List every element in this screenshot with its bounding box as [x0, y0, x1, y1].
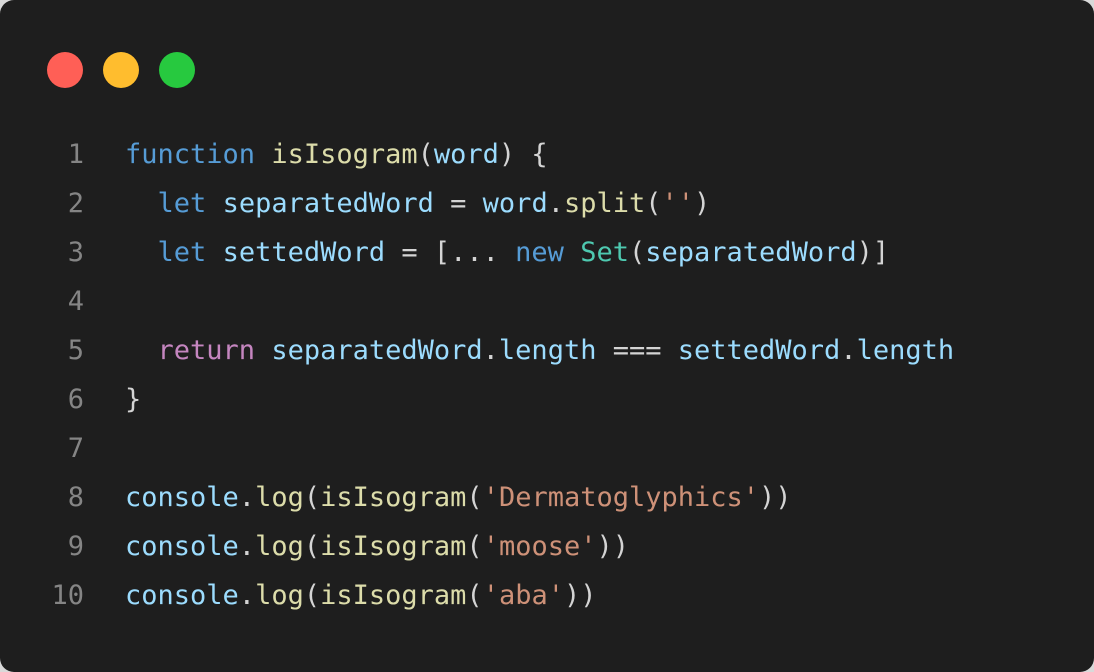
- code-token: ) {: [498, 139, 548, 170]
- code-token: console: [125, 531, 239, 562]
- code-token: ): [694, 188, 711, 219]
- code-line: 6}: [0, 375, 1094, 424]
- code-token: console: [125, 580, 239, 611]
- code-token: =: [433, 188, 483, 219]
- code-token: separatedWord: [222, 188, 434, 219]
- code-token: console: [125, 482, 239, 513]
- code-token: (: [466, 580, 483, 611]
- code-token: log: [255, 482, 304, 513]
- code-token: log: [255, 580, 304, 611]
- code-token: word: [433, 139, 499, 170]
- code-token: length: [498, 335, 597, 366]
- line-number: 7: [67, 433, 84, 464]
- code-token: .: [238, 482, 256, 513]
- code-token: .: [238, 531, 256, 562]
- code-token: function: [125, 139, 256, 170]
- line-number: 1: [67, 139, 84, 170]
- code-token: (: [466, 531, 483, 562]
- code-token: let: [157, 188, 207, 219]
- line-number: 3: [67, 237, 84, 268]
- code-token: .: [482, 335, 499, 366]
- line-number: 10: [51, 580, 84, 611]
- code-token: ===: [596, 335, 678, 366]
- code-token: (: [417, 139, 434, 170]
- code-token: separatedWord: [645, 237, 857, 268]
- code-token: log: [255, 531, 304, 562]
- code-window: 1 function isIsogram(word) {2 let separat…: [0, 0, 1094, 672]
- code-token: (: [303, 531, 321, 562]
- code-token: 'moose': [482, 531, 597, 562]
- code-token: }: [125, 384, 142, 415]
- code-token: (: [303, 580, 321, 611]
- code-line: 8 console.log(isIsogram('Dermatoglyphics'…: [0, 473, 1094, 522]
- code-line: 9 console.log(isIsogram('moose')): [0, 522, 1094, 571]
- code-token: let: [157, 237, 207, 268]
- line-number: 4: [67, 286, 84, 317]
- code-token: (: [629, 237, 646, 268]
- code-token: .: [840, 335, 857, 366]
- code-text: function isIsogram(word) {: [125, 130, 548, 179]
- code-token: (: [645, 188, 662, 219]
- code-token: )): [759, 482, 792, 513]
- code-token: word: [482, 188, 548, 219]
- window-controls: [47, 52, 195, 90]
- code-token: return: [157, 335, 256, 366]
- code-token: settedWord: [222, 237, 386, 268]
- code-line: 2 let separatedWord = word.split(''): [0, 179, 1094, 228]
- code-token: (: [466, 482, 483, 513]
- line-number: 8: [67, 482, 84, 513]
- code-token: isIsogram: [271, 139, 418, 170]
- code-editor[interactable]: 1 function isIsogram(word) {2 let separat…: [0, 130, 1094, 620]
- code-line: 10 console.log(isIsogram('aba')): [0, 571, 1094, 620]
- code-token: isIsogram: [320, 531, 467, 562]
- code-text: }: [125, 375, 141, 424]
- code-text: console.log(isIsogram('aba')): [125, 571, 596, 620]
- code-text: console.log(isIsogram('moose')): [125, 522, 629, 571]
- code-token: isIsogram: [320, 580, 467, 611]
- code-text: return separatedWord.length === settedWo…: [125, 326, 955, 375]
- code-token: separatedWord: [271, 335, 483, 366]
- code-line: 4: [0, 277, 1094, 326]
- code-token: )]: [856, 237, 890, 268]
- code-token: '': [661, 188, 695, 219]
- code-token: 'aba': [482, 580, 564, 611]
- code-text: let separatedWord = word.split(''): [125, 179, 711, 228]
- code-token: length: [856, 335, 955, 366]
- code-token: 'Dermatoglyphics': [482, 482, 760, 513]
- code-line: 1 function isIsogram(word) {: [0, 130, 1094, 179]
- code-token: (: [303, 482, 321, 513]
- line-number: 9: [67, 531, 84, 562]
- line-number: 2: [67, 188, 84, 219]
- code-token: isIsogram: [320, 482, 467, 513]
- code-line: 3 let settedWord = [... new Set(separate…: [0, 228, 1094, 277]
- code-token: .: [238, 580, 256, 611]
- code-text: console.log(isIsogram('Dermatoglyphics')…: [125, 473, 792, 522]
- code-token: Set: [580, 237, 629, 268]
- close-button[interactable]: [47, 52, 83, 88]
- code-token: = [...: [385, 237, 516, 268]
- code-token: )): [563, 580, 597, 611]
- line-number: 6: [67, 384, 84, 415]
- code-token: )): [596, 531, 629, 562]
- code-line: 5 return separatedWord.length === setted…: [0, 326, 1094, 375]
- code-token: new: [515, 237, 564, 268]
- maximize-button[interactable]: [159, 52, 195, 88]
- minimize-button[interactable]: [103, 52, 139, 88]
- code-text: let settedWord = [... new Set(separatedW…: [125, 228, 890, 277]
- line-number: 5: [67, 335, 84, 366]
- code-token: settedWord: [677, 335, 841, 366]
- code-token: split: [563, 188, 646, 219]
- code-line: 7: [0, 424, 1094, 473]
- code-token: .: [547, 188, 564, 219]
